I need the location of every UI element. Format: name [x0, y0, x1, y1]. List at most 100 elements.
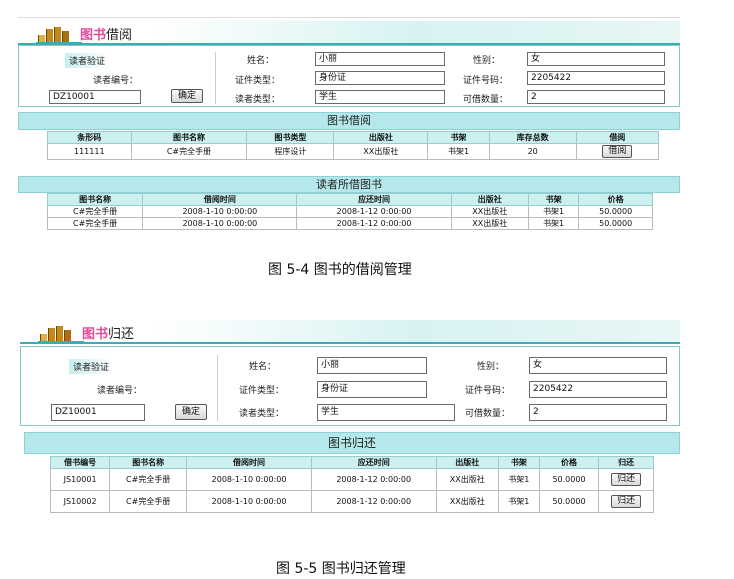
return-cell-shelf: 书架1 — [497, 490, 540, 513]
book-column-header: 图书名称 — [130, 131, 248, 144]
reader-no-input[interactable]: DZ10001 — [49, 90, 141, 104]
borrowed-cell-publisher: XX出版社 — [450, 217, 529, 230]
borrowed-cell-borrow-time: 2008-1-10 0:00:00 — [142, 217, 298, 230]
id-type-input[interactable]: 身份证 — [315, 71, 445, 85]
return-cell-action: 归还 — [598, 490, 654, 513]
return-action-button[interactable]: 归还 — [611, 473, 642, 486]
table-row: 111111 C#完全手册 程序设计 XX出版社 书架1 20 借阅 — [47, 143, 660, 160]
reader-verify-label: 读者验证 — [69, 359, 114, 374]
gender-label: 性别： — [477, 362, 505, 372]
return-column-header: 借阅时间 — [186, 456, 312, 469]
quota-label: 可借数量： — [463, 95, 509, 105]
id-type-label: 证件类型： — [239, 386, 285, 396]
quota-input[interactable]: 2 — [527, 90, 665, 104]
return-column-header: 应还时间 — [310, 456, 437, 469]
book-action-button[interactable]: 借阅 — [602, 145, 633, 158]
return-reader-form: 读者验证 读者编号： DZ10001 确定 姓名： 小丽 证件类型： 身份证 读… — [20, 346, 680, 426]
table-row: JS10001 C#完全手册 2008-1-10 0:00:00 2008-1-12 … — [49, 468, 654, 491]
book-column-header: 条形码 — [47, 131, 132, 144]
book-cell-action: 借阅 — [575, 143, 660, 160]
reader-no-label: 读者编号： — [93, 76, 139, 86]
quota-input[interactable]: 2 — [529, 404, 667, 421]
figure-caption-5-5: 图 5-5 图书归还管理 — [276, 561, 406, 577]
book-table: 条形码 图书名称 图书类型 出版社 书架 库存总数 借阅 111111 C#完全手册 程序设计 X… — [47, 131, 660, 160]
book-cell-shelf: 书架1 — [427, 143, 490, 160]
reader-no-input[interactable]: DZ10001 — [51, 404, 145, 421]
table-row: JS10002 C#完全手册 2008-1-10 0:00:00 2008-1-12 … — [49, 490, 654, 513]
name-input[interactable]: 小丽 — [317, 357, 427, 374]
return-cell-id: JS10001 — [49, 468, 111, 491]
id-no-label: 证件号码： — [463, 76, 509, 86]
return-cell-publisher: XX出版社 — [435, 468, 499, 491]
gender-input[interactable]: 女 — [527, 52, 665, 66]
return-title: 图书归还 — [82, 327, 135, 342]
return-section-title: 图书归还 — [24, 432, 680, 454]
return-column-header: 书架 — [497, 456, 540, 469]
borrowed-column-header: 图书名称 — [46, 193, 144, 206]
book-cell-stock: 20 — [488, 143, 577, 160]
gender-label: 性别： — [473, 56, 501, 66]
return-cell-publisher: XX出版社 — [435, 490, 499, 513]
return-table: 借书编号 图书名称 借阅时间 应还时间 出版社 书架 价格 归还 JS10001 C#完全手册 2… — [49, 456, 654, 513]
borrowed-table-header-row: 图书名称 借阅时间 应还时间 出版社 书架 价格 — [46, 193, 653, 206]
book-cell-name: C#完全手册 — [130, 143, 248, 160]
borrowed-column-header: 价格 — [578, 193, 653, 206]
book-column-header: 库存总数 — [488, 131, 577, 144]
name-label: 姓名： — [249, 362, 277, 372]
borrowed-cell-price: 50.0000 — [578, 217, 653, 230]
book-cell-publisher: XX出版社 — [333, 143, 429, 160]
book-column-header: 出版社 — [333, 131, 429, 144]
return-cell-action: 归还 — [598, 468, 654, 491]
name-input[interactable]: 小丽 — [315, 52, 445, 66]
id-type-label: 证件类型： — [235, 76, 281, 86]
bookshelf-logo-icon — [36, 25, 82, 45]
reader-type-input[interactable]: 学生 — [317, 404, 455, 421]
reader-type-label: 读者类型： — [239, 409, 285, 419]
figure-caption-5-4: 图 5-4 图书的借阅管理 — [268, 262, 412, 278]
return-cell-due-time: 2008-1-12 0:00:00 — [310, 490, 437, 513]
book-column-header: 图书类型 — [246, 131, 335, 144]
borrowed-cell-name: C#完全手册 — [46, 217, 144, 230]
return-cell-shelf: 书架1 — [497, 468, 540, 491]
bookshelf-logo-icon — [38, 324, 84, 344]
borrowed-column-header: 书架 — [527, 193, 580, 206]
id-no-input[interactable]: 2205422 — [527, 71, 665, 85]
table-row: C#完全手册 2008-1-10 0:00:00 2008-1-12 0:00:00… — [46, 217, 653, 230]
book-table-header-row: 条形码 图书名称 图书类型 出版社 书架 库存总数 借阅 — [47, 131, 660, 144]
gender-input[interactable]: 女 — [529, 357, 667, 374]
return-cell-name: C#完全手册 — [109, 468, 188, 491]
borrowed-cell-name: C#完全手册 — [46, 205, 144, 218]
borrowed-cell-shelf: 书架1 — [527, 205, 580, 218]
return-cell-borrow-time: 2008-1-10 0:00:00 — [186, 468, 312, 491]
id-no-input[interactable]: 2205422 — [529, 381, 667, 398]
book-section-title: 图书借阅 — [18, 112, 680, 130]
confirm-button[interactable]: 确定 — [175, 404, 207, 420]
return-header: 图书归还 — [20, 320, 680, 344]
name-label: 姓名： — [247, 56, 275, 66]
borrowed-cell-borrow-time: 2008-1-10 0:00:00 — [142, 205, 298, 218]
book-column-header: 书架 — [427, 131, 490, 144]
book-cell-type: 程序设计 — [246, 143, 335, 160]
return-column-header: 出版社 — [435, 456, 499, 469]
return-cell-price: 50.0000 — [538, 490, 600, 513]
borrowed-cell-price: 50.0000 — [578, 205, 653, 218]
top-divider — [18, 17, 680, 18]
return-cell-id: JS10002 — [49, 490, 111, 513]
return-cell-borrow-time: 2008-1-10 0:00:00 — [186, 490, 312, 513]
borrowed-column-header: 借阅时间 — [142, 193, 298, 206]
quota-label: 可借数量： — [465, 409, 511, 419]
book-column-header: 借阅 — [575, 131, 660, 144]
book-cell-barcode: 111111 — [47, 143, 132, 160]
return-column-header: 借书编号 — [49, 456, 111, 469]
borrow-header: 图书借阅 — [18, 21, 680, 45]
return-action-button[interactable]: 归还 — [611, 495, 642, 508]
borrowed-column-header: 应还时间 — [296, 193, 452, 206]
return-table-header-row: 借书编号 图书名称 借阅时间 应还时间 出版社 书架 价格 归还 — [49, 456, 654, 469]
reader-type-input[interactable]: 学生 — [315, 90, 445, 104]
return-column-header: 归还 — [598, 456, 654, 469]
reader-type-label: 读者类型： — [235, 95, 281, 105]
confirm-button[interactable]: 确定 — [171, 89, 203, 103]
return-cell-name: C#完全手册 — [109, 490, 188, 513]
borrowed-cell-due-time: 2008-1-12 0:00:00 — [296, 217, 452, 230]
id-type-input[interactable]: 身份证 — [317, 381, 427, 398]
